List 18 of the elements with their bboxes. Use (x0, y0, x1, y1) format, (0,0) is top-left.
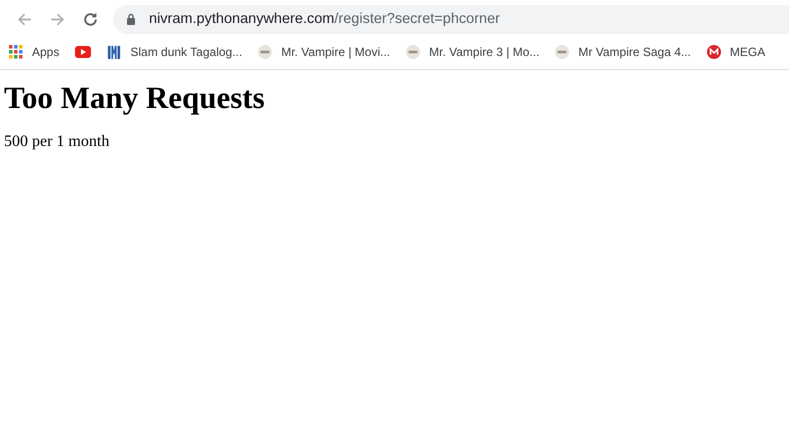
bookmark-item[interactable]: MEGA (706, 44, 766, 58)
round-badge-icon (555, 44, 570, 58)
lock-icon[interactable] (126, 13, 136, 25)
bookmark-item[interactable]: Mr. Vampire | Movi... (258, 44, 390, 58)
play-button-icon[interactable] (75, 46, 92, 58)
round-badge-icon (258, 44, 272, 58)
bookmark-item[interactable]: Slam dunk Tagalog... (107, 44, 242, 58)
bookmark-item[interactable]: Mr. Vampire 3 | Mo... (406, 44, 540, 58)
round-badge-icon (406, 44, 420, 58)
message-text: 500 per 1 month (4, 133, 110, 151)
bars-logo-icon (107, 44, 122, 58)
bookmark-item[interactable]: Mr Vampire Saga 4... (555, 44, 691, 58)
reload-icon[interactable] (82, 10, 99, 28)
bookmark-item[interactable]: Apps (9, 44, 60, 58)
address-field[interactable]: nivram.pythonanywhere.com/register?secret=phcorner (113, 4, 789, 34)
apps-grid-icon (9, 44, 23, 58)
page-heading: Too Many Requests (4, 80, 266, 116)
mega-logo-icon (706, 44, 721, 58)
